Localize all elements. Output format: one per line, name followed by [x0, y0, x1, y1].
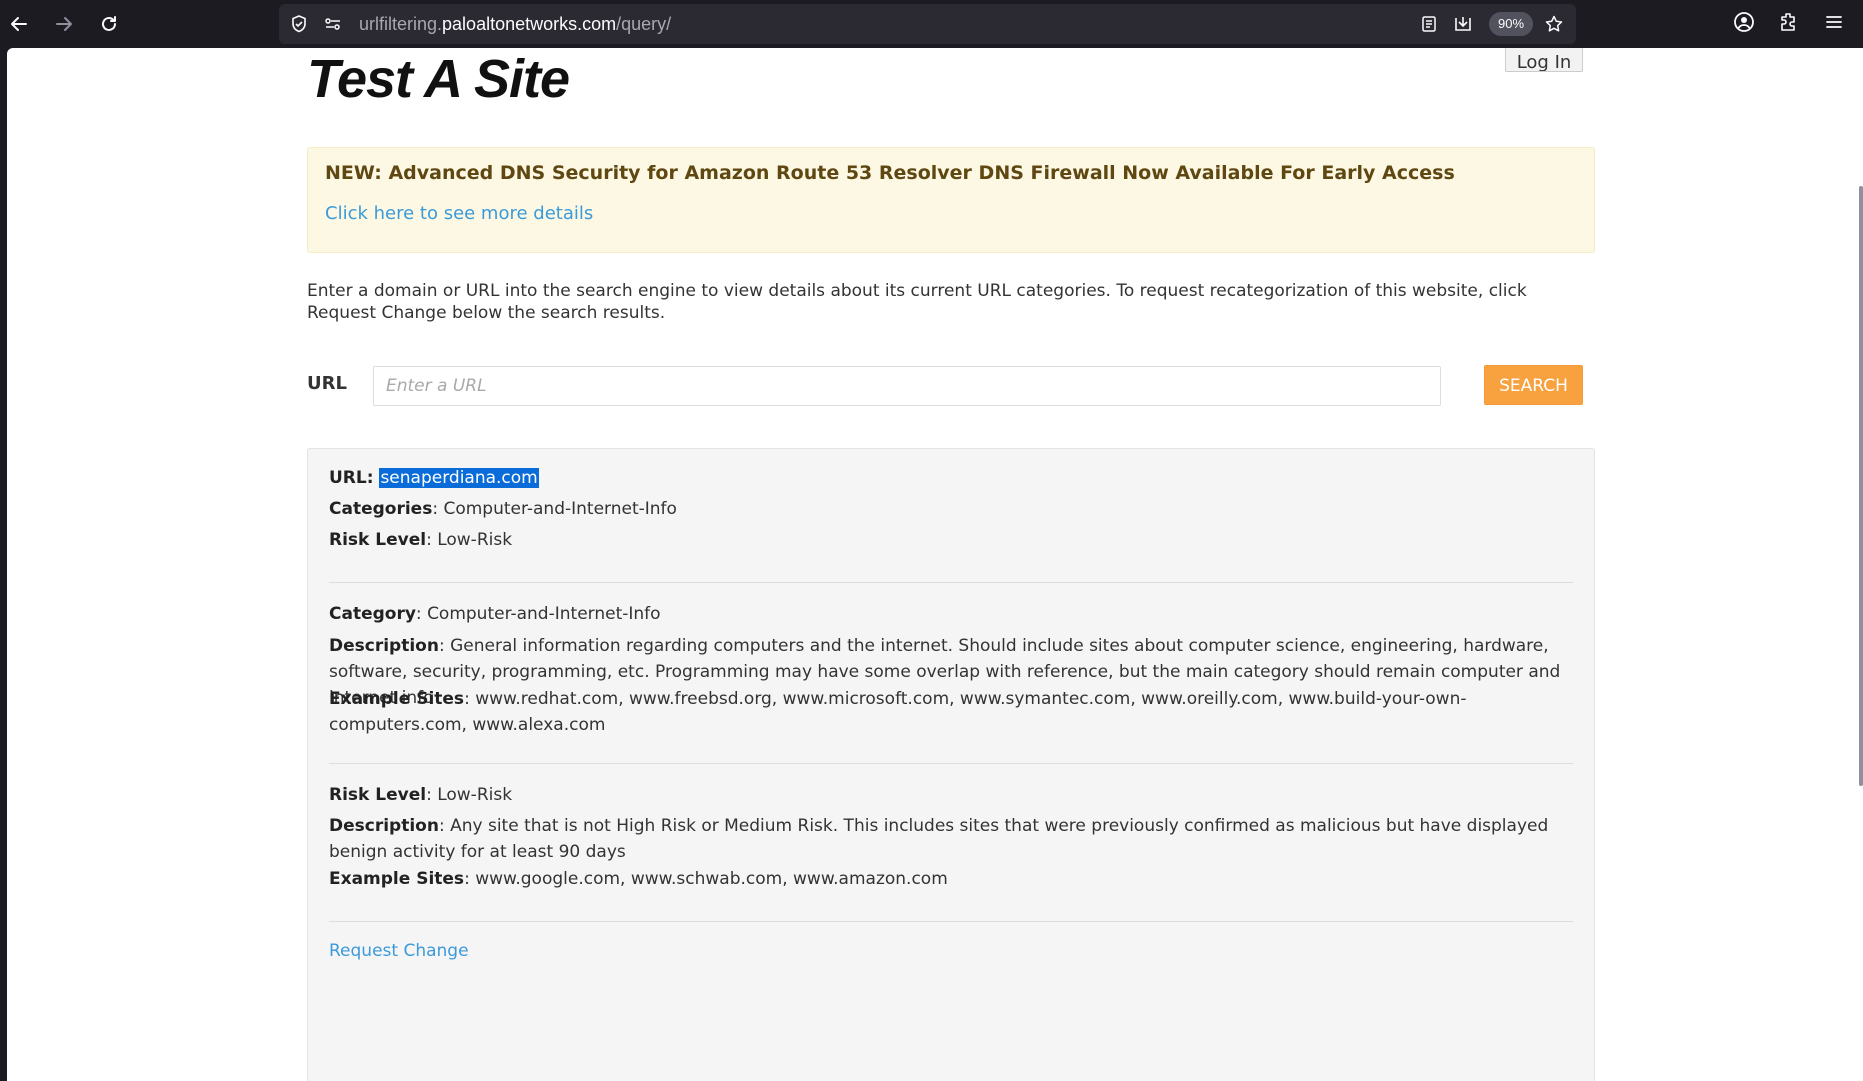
reload-button[interactable]	[93, 8, 125, 40]
category-value: Computer-and-Internet-Info	[427, 604, 661, 624]
back-button[interactable]	[3, 8, 35, 40]
category-examples-key: Example Sites	[329, 689, 465, 709]
log-in-button[interactable]: Log In	[1505, 48, 1583, 72]
divider	[329, 921, 1573, 922]
site-permissions-icon[interactable]	[323, 14, 343, 34]
url-prefix: urlfiltering.	[359, 14, 443, 34]
forward-button[interactable]	[48, 8, 80, 40]
url-host: paloaltonetworks.com	[442, 14, 617, 34]
risk-examples-value: www.google.com, www.schwab.com, www.amaz…	[475, 869, 948, 889]
url-search-input[interactable]	[373, 366, 1441, 406]
banner-title: NEW: Advanced DNS Security for Amazon Ro…	[325, 162, 1455, 184]
result-risk-value: Low-Risk	[437, 530, 513, 550]
category-description-key: Description	[329, 636, 439, 656]
result-url-row: URL: senaperdiana.com	[329, 468, 539, 488]
risk-description-row: Description: Any site that is not High R…	[329, 816, 1549, 862]
bookmark-star-icon[interactable]	[1544, 14, 1564, 34]
address-bar[interactable]: urlfiltering.paloaltonetworks.com/query/…	[279, 4, 1576, 44]
category-examples-row: Example Sites: www.redhat.com, www.freeb…	[329, 689, 1467, 735]
result-categories-row: Categories: Computer-and-Internet-Info	[329, 499, 677, 519]
scrollbar[interactable]	[1859, 186, 1863, 786]
page-viewport: Test A Site Log In NEW: Advanced DNS Sec…	[7, 48, 1863, 1081]
intro-text: Enter a domain or URL into the search en…	[307, 281, 1527, 323]
zoom-level-badge[interactable]: 90%	[1489, 12, 1533, 36]
result-risk-row: Risk Level: Low-Risk	[329, 530, 513, 550]
announcement-banner: NEW: Advanced DNS Security for Amazon Ro…	[307, 147, 1595, 253]
results-panel: URL: senaperdiana.com Categories: Comput…	[307, 448, 1595, 1081]
risk-level-row: Risk Level: Low-Risk	[329, 785, 513, 805]
risk-examples-row: Example Sites: www.google.com, www.schwa…	[329, 869, 948, 889]
url-text[interactable]: urlfiltering.paloaltonetworks.com/query/	[359, 14, 671, 34]
browser-toolbar: urlfiltering.paloaltonetworks.com/query/…	[0, 0, 1863, 48]
result-categories-key: Categories	[329, 499, 433, 519]
category-key: Category	[329, 604, 416, 624]
see-more-details-link[interactable]: Click here to see more details	[325, 203, 593, 224]
result-risk-key: Risk Level	[329, 530, 427, 550]
divider	[329, 763, 1573, 764]
search-button[interactable]: SEARCH	[1484, 365, 1583, 405]
save-page-icon[interactable]	[1453, 14, 1473, 34]
page-title: Test A Site	[307, 49, 570, 109]
risk-examples-key: Example Sites	[329, 869, 465, 889]
result-categories-value: Computer-and-Internet-Info	[443, 499, 677, 519]
risk-description-key: Description	[329, 816, 439, 836]
extensions-icon[interactable]	[1777, 10, 1801, 34]
request-change-link[interactable]: Request Change	[329, 941, 469, 961]
result-url-key: URL	[329, 468, 367, 488]
menu-icon[interactable]	[1822, 10, 1846, 34]
reader-view-icon[interactable]	[1419, 14, 1439, 34]
shield-icon[interactable]	[289, 14, 309, 34]
risk-description-value: Any site that is not High Risk or Medium…	[329, 816, 1549, 862]
arrow-right-icon	[56, 17, 72, 31]
result-url-value[interactable]: senaperdiana.com	[379, 468, 539, 488]
category-examples-value: www.redhat.com, www.freebsd.org, www.mic…	[329, 689, 1467, 735]
arrow-left-icon	[11, 17, 27, 31]
reload-icon	[102, 16, 116, 31]
account-icon[interactable]	[1732, 10, 1756, 34]
url-label: URL	[307, 373, 347, 394]
risk-level-key: Risk Level	[329, 785, 427, 805]
category-row: Category: Computer-and-Internet-Info	[329, 604, 661, 624]
risk-level-value: Low-Risk	[437, 785, 513, 805]
divider	[329, 582, 1573, 583]
url-path: /query/	[616, 14, 672, 34]
